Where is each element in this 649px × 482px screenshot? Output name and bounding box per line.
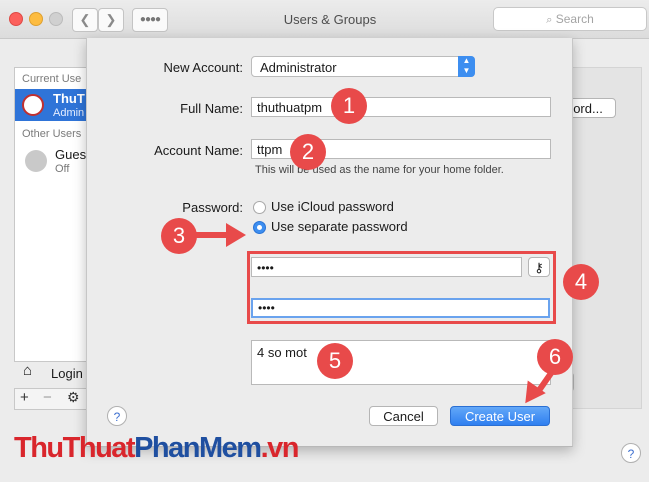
- account-name-label: Account Name:: [154, 143, 243, 158]
- step-4-badge: 4: [563, 264, 599, 300]
- search-icon: ⌕: [546, 14, 553, 26]
- step-5-badge: 5: [317, 343, 353, 379]
- password-label: Password:: [182, 200, 243, 215]
- close-window-button[interactable]: [9, 12, 23, 26]
- step-3-badge: 3: [161, 218, 197, 254]
- password-hint-field[interactable]: 4 so mot: [251, 340, 551, 385]
- zoom-window-button[interactable]: [49, 12, 63, 26]
- guest-user-status: Off: [55, 163, 70, 175]
- new-account-label: New Account:: [163, 60, 244, 75]
- step-2-badge: 2: [290, 134, 326, 170]
- full-name-label: Full Name:: [180, 101, 243, 116]
- show-all-button[interactable]: ●●●●: [132, 8, 168, 32]
- current-user-role: Admin: [53, 107, 85, 119]
- step-3-arrowhead-icon: [226, 223, 246, 247]
- add-user-button[interactable]: +: [20, 389, 29, 406]
- account-type-popup[interactable]: Administrator: [251, 56, 475, 77]
- account-name-hint: This will be used as the name for your h…: [255, 164, 504, 176]
- guest-avatar-icon: [25, 150, 47, 172]
- house-icon: ⌂: [23, 362, 33, 379]
- user-avatar: [22, 94, 44, 116]
- step-3-arrow-icon: [194, 232, 228, 238]
- gear-icon[interactable]: ⚙: [67, 389, 80, 406]
- back-button[interactable]: ❮: [72, 8, 98, 32]
- minimize-window-button[interactable]: [29, 12, 43, 26]
- window-title: Users & Groups: [283, 12, 377, 27]
- search-field[interactable]: ⌕ Search: [493, 7, 647, 31]
- remove-user-button[interactable]: −: [43, 389, 52, 406]
- grid-icon: ●●●●: [139, 14, 161, 25]
- sheet-help-button[interactable]: ?: [107, 406, 127, 426]
- forward-button[interactable]: ❯: [98, 8, 124, 32]
- separate-password-radio[interactable]: [253, 221, 266, 234]
- help-icon[interactable]: ?: [621, 443, 641, 463]
- current-users-header: Current Use: [22, 73, 82, 85]
- login-options-label[interactable]: Login: [51, 366, 83, 381]
- chevron-right-icon: ❯: [105, 12, 117, 27]
- guest-user-name[interactable]: Gues: [55, 147, 86, 162]
- password-highlight-box: [247, 251, 556, 324]
- current-user-name: ThuT: [53, 91, 85, 106]
- cancel-button[interactable]: Cancel: [369, 406, 438, 426]
- watermark-logo: ThuThuatPhanMem.vn: [14, 432, 300, 464]
- create-user-button[interactable]: Create User: [450, 406, 550, 426]
- icloud-password-radio[interactable]: [253, 201, 266, 214]
- icloud-password-option[interactable]: Use iCloud password: [271, 199, 394, 214]
- search-placeholder: Search: [555, 12, 594, 26]
- chevron-left-icon: ❮: [79, 12, 91, 27]
- step-1-badge: 1: [331, 88, 367, 124]
- popup-arrows-icon: ▲ ▼: [458, 56, 475, 77]
- other-users-header: Other Users: [22, 128, 82, 140]
- full-name-field[interactable]: thuthuatpm: [251, 97, 551, 117]
- separate-password-option[interactable]: Use separate password: [271, 219, 408, 234]
